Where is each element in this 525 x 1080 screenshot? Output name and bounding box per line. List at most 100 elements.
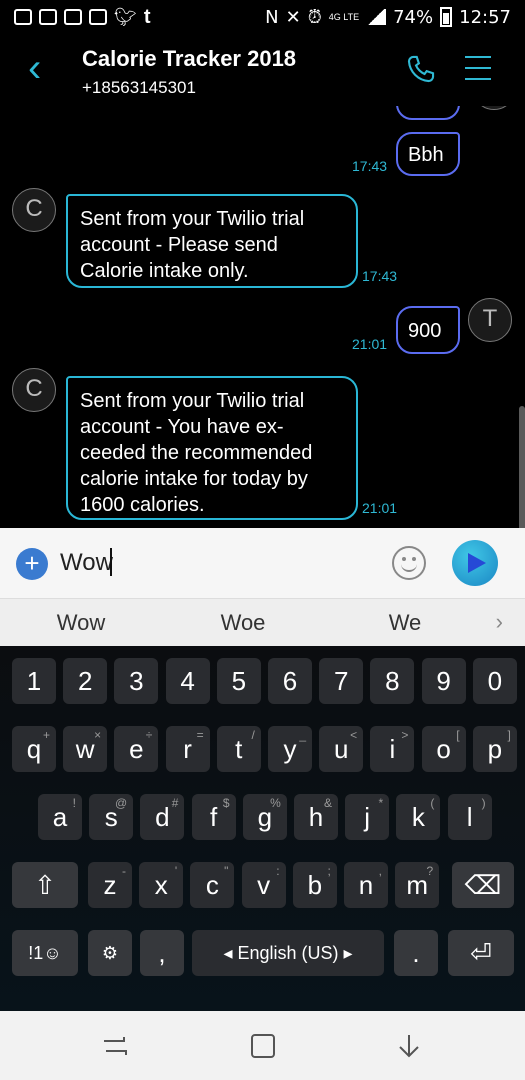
key-6[interactable]: 6 [268,658,312,704]
chevron-right-icon[interactable]: › [496,609,503,635]
battery-percent: 74% [393,6,434,28]
message-text: Bbh [408,144,444,166]
menu-icon[interactable] [465,56,491,89]
message-bubble-outgoing[interactable] [396,106,460,120]
avatar: C [12,188,56,232]
key-l[interactable]: l) [447,794,492,840]
mail-icon [39,9,57,25]
suggestion-item[interactable]: We [324,610,486,636]
key-a[interactable]: a! [38,794,82,840]
battery-icon [440,7,453,27]
settings-key[interactable]: ⚙ [88,930,132,976]
backspace-key[interactable]: ⌫ [452,862,514,908]
message-composer: + [0,528,525,598]
emoji-icon[interactable] [392,546,426,580]
key-i[interactable]: i > [370,726,415,772]
key-j[interactable]: j * [345,794,390,840]
nfc-icon: N [265,6,279,28]
back-icon[interactable] [394,1033,424,1059]
gmail-icon [89,9,107,25]
tumblr-icon: t [143,5,151,28]
message-time: 21:01 [362,500,398,516]
key-y[interactable]: y _ [268,726,312,772]
key-q[interactable]: q + [12,726,56,772]
message-text: Sent from your Twilio trial account - Pl… [80,208,305,282]
message-text: Sent from your Twilio trial account - Yo… [80,390,313,516]
message-input[interactable] [60,546,360,580]
key-b[interactable]: b; [292,862,337,908]
shift-key[interactable]: ⇧ [12,862,78,908]
avatar [472,106,516,110]
key-x[interactable]: x ' [139,862,184,908]
key-d[interactable]: d # [140,794,185,840]
keyboard: 1 2 3 4 5 6 7 8 9 0 q + w × e ÷ r = t / y _ u < i > o[p] a! s @ d # f $ g%… [0,646,525,1011]
attach-plus-icon[interactable]: + [16,548,48,580]
key-t[interactable]: t / [216,726,261,772]
image-icon [64,9,82,25]
status-bar: 🐦︎ t N ✕ ⏰︎ 4G LTE 74% 12:57 [0,0,525,34]
conversation-header: ‹ Calorie Tracker 2018 +18563145301 [0,34,525,106]
key-4[interactable]: 4 [165,658,210,704]
scrollbar[interactable] [519,406,525,528]
alarm-icon: ⏰︎ [307,6,322,28]
key-r[interactable]: r = [165,726,210,772]
avatar: T [468,298,512,342]
phone-call-icon[interactable] [404,52,438,86]
period-key[interactable]: . [394,930,438,976]
conversation-title: Calorie Tracker 2018 [82,46,297,71]
symbols-key[interactable]: !1☺ [12,930,78,976]
message-bubble-incoming[interactable]: Sent from your Twilio trial account - Pl… [66,194,358,288]
twitter-icon: 🐦︎ [114,6,137,27]
clock: 12:57 [459,6,511,28]
key-2[interactable]: 2 [63,658,108,704]
key-h[interactable]: h & [294,794,338,840]
network-type: 4G LTE [328,12,360,22]
signal-icon [366,9,387,25]
mute-icon: ✕ [285,6,301,28]
enter-key[interactable]: ⏎ [448,930,514,976]
key-8[interactable]: 8 [370,658,415,704]
key-w[interactable]: w × [63,726,108,772]
key-u[interactable]: u < [319,726,364,772]
key-f[interactable]: f $ [191,794,236,840]
message-time: 17:43 [352,158,388,174]
message-time: 21:01 [352,336,388,352]
message-bubble-outgoing[interactable]: 900 [396,306,460,354]
key-z[interactable]: z- [88,862,132,908]
key-3[interactable]: 3 [114,658,159,704]
message-bubble-outgoing[interactable]: Bbh [396,132,460,176]
navigation-bar [0,1011,525,1080]
avatar: C [12,368,56,412]
key-k[interactable]: k( [396,794,441,840]
back-arrow-icon[interactable]: ‹ [28,48,41,88]
comma-key[interactable]: , [140,930,184,976]
message-list[interactable]: Bbh 17:43 C Sent from your Twilio trial … [0,106,525,528]
space-key[interactable]: ◂ English (US) ▸ [192,930,384,976]
key-9[interactable]: 9 [421,658,466,704]
key-0[interactable]: 0 [472,658,517,704]
chat-notification-icon [14,9,32,25]
key-7[interactable]: 7 [319,658,364,704]
suggestion-item[interactable]: Wow [0,610,162,636]
key-c[interactable]: c " [190,862,235,908]
send-button[interactable] [452,540,498,586]
suggestion-bar: Wow Woe We › [0,598,525,646]
contact-phone-number: +18563145301 [82,78,196,97]
key-e[interactable]: e ÷ [114,726,159,772]
text-cursor [110,548,112,576]
key-5[interactable]: 5 [216,658,261,704]
key-v[interactable]: v: [241,862,286,908]
message-time: 17:43 [362,268,398,284]
key-g[interactable]: g% [242,794,287,840]
key-o[interactable]: o[ [421,726,466,772]
key-1[interactable]: 1 [12,658,56,704]
message-bubble-incoming[interactable]: Sent from your Twilio trial account - Yo… [66,376,358,520]
suggestion-item[interactable]: Woe [162,610,324,636]
key-n[interactable]: n, [344,862,388,908]
recent-apps-icon[interactable] [100,1033,130,1059]
key-p[interactable]: p] [472,726,517,772]
home-icon[interactable] [248,1033,278,1059]
key-m[interactable]: m? [395,862,440,908]
key-s[interactable]: s @ [89,794,134,840]
message-text: 900 [408,320,442,342]
